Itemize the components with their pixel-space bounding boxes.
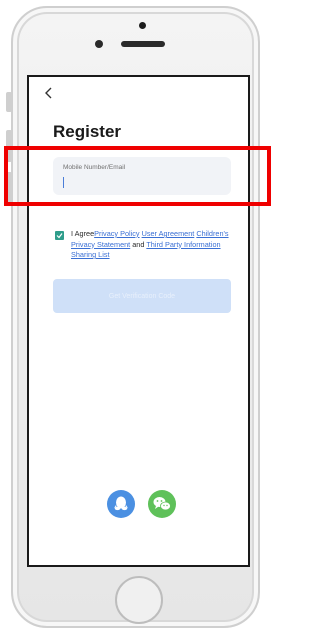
front-camera	[139, 22, 146, 29]
agree-prefix: I Agree	[71, 229, 95, 238]
wechat-icon[interactable]	[148, 490, 176, 518]
app-screen: Register Mobile Number/Email I AgreePriv…	[27, 75, 250, 567]
agreement-text: I AgreePrivacy Policy User Agreement Chi…	[71, 229, 231, 261]
input-placeholder: Mobile Number/Email	[63, 164, 126, 171]
back-arrow-icon[interactable]	[41, 85, 57, 101]
volume-up-button	[6, 130, 12, 162]
camera-sensor	[95, 40, 103, 48]
earpiece-speaker	[121, 41, 165, 47]
qq-icon[interactable]	[107, 490, 135, 518]
agree-checkbox[interactable]	[55, 231, 64, 240]
user-agreement-link[interactable]: User Agreement	[142, 229, 195, 238]
checkmark-icon	[56, 233, 63, 239]
page-title: Register	[53, 122, 122, 141]
mobile-email-input[interactable]: Mobile Number/Email	[53, 157, 231, 195]
get-verification-code-button[interactable]: Get Verification Code	[53, 279, 231, 313]
mute-switch	[6, 92, 12, 112]
home-button	[115, 576, 163, 624]
privacy-policy-link[interactable]: Privacy Policy	[94, 229, 139, 238]
text-caret	[63, 177, 64, 188]
agree-and: and	[132, 239, 145, 249]
volume-down-button	[6, 172, 12, 204]
